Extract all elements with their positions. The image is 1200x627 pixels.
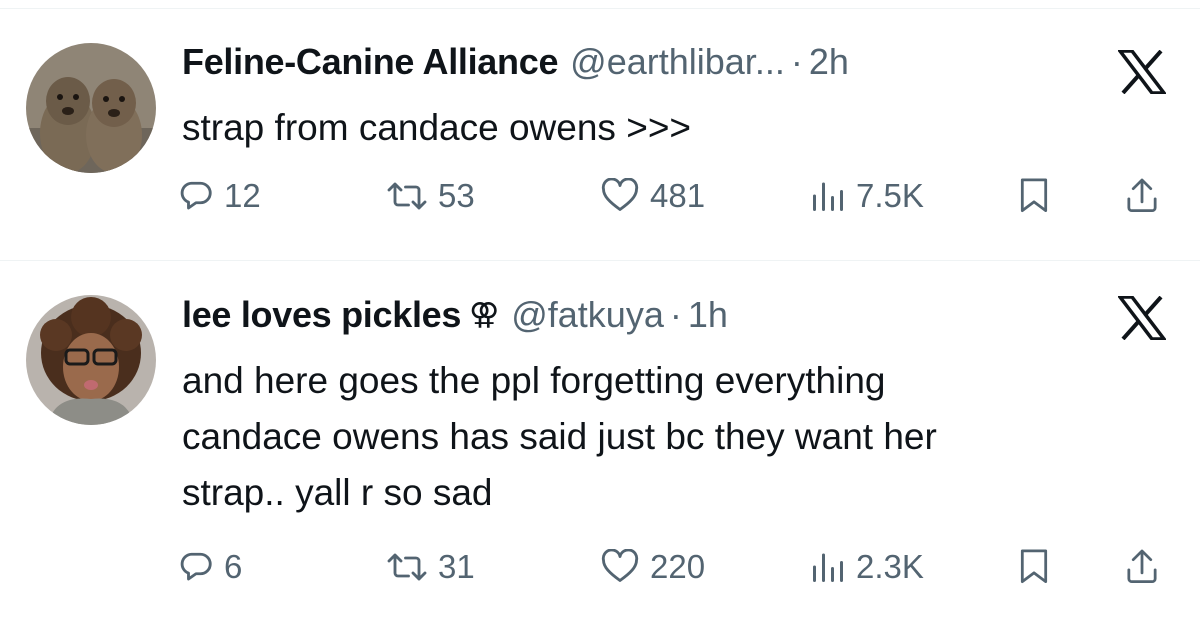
analytics-icon — [810, 549, 846, 585]
repost-icon — [386, 549, 428, 585]
lesbian-symbol-icon: ⚢ — [469, 298, 500, 331]
repost-icon — [386, 178, 428, 214]
views-count: 2.3K — [856, 548, 924, 585]
tweet-text: and here goes the ppl forgetting everyth… — [182, 360, 937, 513]
x-logo-icon — [1116, 295, 1168, 341]
share-button[interactable] — [1124, 542, 1160, 592]
timestamp[interactable]: 2h — [809, 40, 849, 84]
tweet-actions: 12 53 481 7.5K — [178, 171, 1178, 221]
tweet[interactable]: Feline-Canine Alliance @earthlibar... · … — [0, 8, 1200, 260]
avatar[interactable] — [26, 43, 156, 173]
x-logo-icon — [1116, 49, 1168, 95]
like-count: 481 — [650, 177, 706, 214]
tweet-text: strap from candace owens >>> — [182, 107, 692, 148]
bookmark-button[interactable] — [1016, 542, 1052, 592]
like-button[interactable]: 481 — [600, 171, 705, 221]
share-icon — [1124, 548, 1160, 586]
analytics-icon — [810, 178, 846, 214]
reply-count: 6 — [224, 548, 243, 585]
heart-icon — [600, 178, 640, 214]
reply-icon — [178, 549, 214, 585]
tweet-actions: 6 31 220 2.3K — [178, 542, 1178, 592]
tweet[interactable]: lee loves pickles ⚢ @fatkuya · 1h and he… — [0, 261, 1200, 627]
tweet-header: Feline-Canine Alliance @earthlibar... · … — [182, 40, 849, 84]
bookmark-button[interactable] — [1016, 171, 1052, 221]
tweet-header: lee loves pickles ⚢ @fatkuya · 1h — [182, 293, 728, 337]
user-handle[interactable]: @fatkuya — [511, 293, 664, 337]
timestamp[interactable]: 1h — [688, 293, 728, 337]
avatar[interactable] — [26, 295, 156, 425]
repost-button[interactable]: 31 — [386, 542, 475, 592]
reply-count: 12 — [224, 177, 261, 214]
like-count: 220 — [650, 548, 706, 585]
reply-button[interactable]: 12 — [178, 171, 261, 221]
bookmark-icon — [1016, 177, 1052, 215]
user-handle[interactable]: @earthlibar... — [570, 40, 785, 84]
repost-button[interactable]: 53 — [386, 171, 475, 221]
views-count: 7.5K — [856, 177, 924, 214]
separator-dot: · — [669, 294, 682, 335]
repost-count: 31 — [438, 548, 475, 585]
views-button[interactable]: 7.5K — [810, 171, 924, 221]
bookmark-icon — [1016, 548, 1052, 586]
reply-button[interactable]: 6 — [178, 542, 242, 592]
views-button[interactable]: 2.3K — [810, 542, 924, 592]
separator-dot: · — [790, 41, 803, 82]
like-button[interactable]: 220 — [600, 542, 705, 592]
share-button[interactable] — [1124, 171, 1160, 221]
heart-icon — [600, 549, 640, 585]
display-name[interactable]: lee loves pickles — [182, 293, 461, 337]
repost-count: 53 — [438, 177, 475, 214]
reply-icon — [178, 178, 214, 214]
display-name[interactable]: Feline-Canine Alliance — [182, 40, 558, 84]
share-icon — [1124, 177, 1160, 215]
